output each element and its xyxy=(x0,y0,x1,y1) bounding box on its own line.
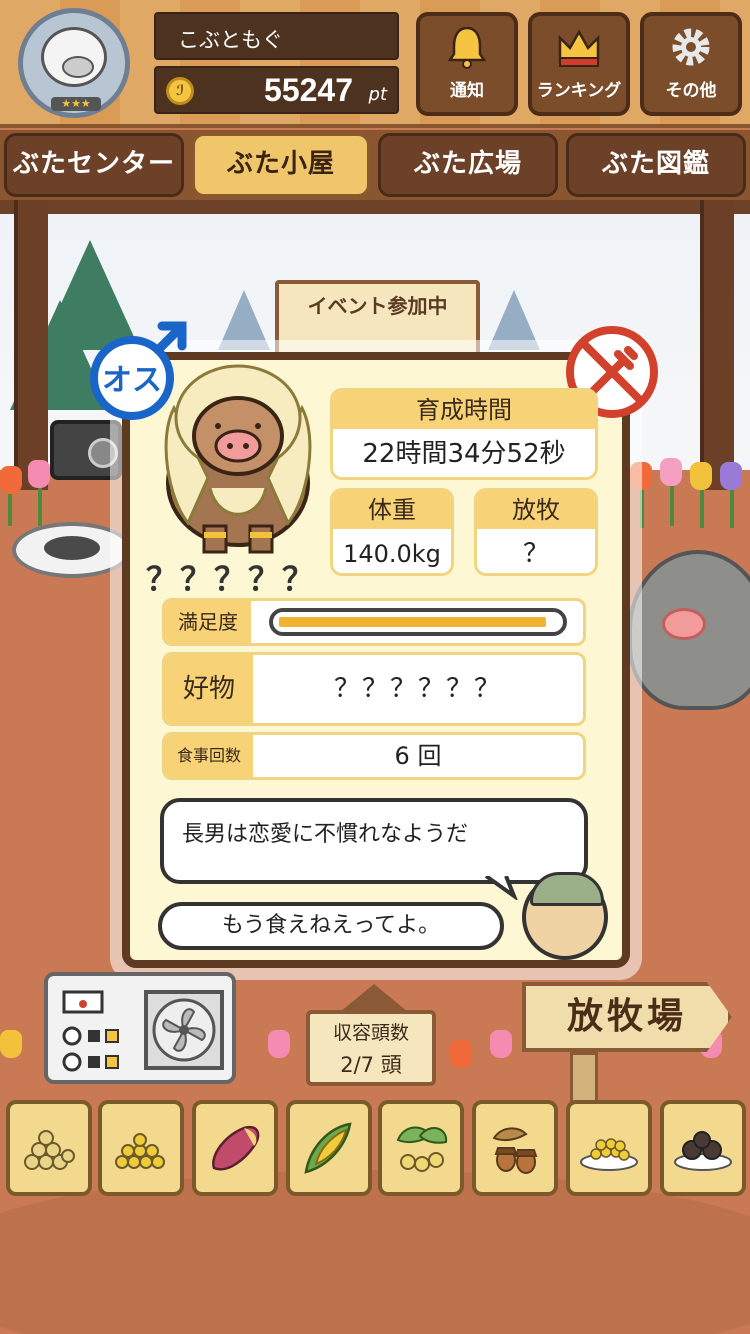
points-unit: pt xyxy=(368,84,387,105)
weight-label: 体重 xyxy=(333,491,451,529)
tulip xyxy=(490,1030,512,1058)
fan-icon xyxy=(144,990,224,1070)
growth-time-box: 育成時間 22時間34分52秒 xyxy=(330,388,598,480)
tab-pig-center[interactable]: ぶたセンター xyxy=(4,133,184,197)
thermometer-gauge-icon xyxy=(62,990,119,1072)
food-slot-sweet-potato[interactable] xyxy=(192,1100,278,1196)
boar-illustration[interactable] xyxy=(148,348,328,558)
bean-plate-icon xyxy=(580,1138,638,1171)
rank-stars: ★★★ xyxy=(51,97,101,111)
barn-post-left xyxy=(14,190,48,490)
growth-time-value: 22時間34分52秒 xyxy=(362,439,566,469)
grazing-box: 放牧 ？ xyxy=(474,488,598,576)
satisfaction-row: 満足度 xyxy=(162,598,586,646)
points-display: ℐ 55247 pt xyxy=(154,66,399,114)
pig-name: ？？？？？ xyxy=(146,560,317,598)
player-avatar[interactable]: ★★★ xyxy=(18,8,130,118)
event-sign-text: イベント参加中 xyxy=(307,294,448,318)
tulip xyxy=(720,462,742,490)
gear-icon xyxy=(672,28,710,66)
weight-value: 140.0kg xyxy=(343,540,441,568)
bubble-tail xyxy=(484,876,518,900)
satisfaction-label: 満足度 xyxy=(165,601,251,643)
user-info: こぶともぐ ℐ 55247 pt xyxy=(154,12,399,116)
barn-control-panel[interactable] xyxy=(44,972,236,1084)
tulip xyxy=(660,458,682,486)
tab-pig-plaza[interactable]: ぶた広場 xyxy=(378,133,558,197)
food-slot-bean-plate[interactable] xyxy=(566,1100,652,1196)
notification-label: 通知 xyxy=(450,81,484,101)
top-header: ★★★ こぶともぐ ℐ 55247 pt 通知 ランキング その他 xyxy=(0,0,750,128)
meal-count-label: 食事回数 xyxy=(165,735,253,777)
ranking-label: ランキング xyxy=(536,81,622,101)
points-value: 55247 xyxy=(264,72,353,108)
meal-count-value: 6 回 xyxy=(394,742,442,770)
food-slot-corn-cob[interactable] xyxy=(286,1100,372,1196)
pig-message-text: 長男は恋愛に不慣れなようだ xyxy=(182,822,469,847)
acorns-icon xyxy=(492,1127,538,1174)
food-tray xyxy=(0,1100,750,1200)
satisfaction-fill xyxy=(279,617,546,627)
username: こぶともぐ xyxy=(154,12,399,60)
favorite-food-label: 好物 xyxy=(165,655,253,723)
pig-face-icon xyxy=(41,27,107,87)
favorite-food-value: ？？？？？？ xyxy=(333,674,502,704)
tab-pig-barn[interactable]: ぶた小屋 xyxy=(192,133,370,197)
weight-box: 体重 140.0kg xyxy=(330,488,454,576)
capacity-label: 収容頭数 xyxy=(332,1022,409,1044)
food-slot-dumplings[interactable] xyxy=(660,1100,746,1196)
tulip xyxy=(0,466,22,494)
food-slot-corn-kernels[interactable] xyxy=(98,1100,184,1196)
pig-message-bubble: 長男は恋愛に不慣れなようだ xyxy=(160,798,588,884)
farmer-speech-bubble: もう食えねえってよ。 xyxy=(158,902,504,950)
grazing-label: 放牧 xyxy=(477,491,595,529)
other-label: その他 xyxy=(665,81,717,101)
growth-time-label: 育成時間 xyxy=(333,391,595,429)
coin-icon: ℐ xyxy=(166,77,194,105)
capacity-sign: 収容頭数 2/7 頭 xyxy=(306,984,436,1086)
corn-kernels-icon xyxy=(115,1133,165,1169)
tulip xyxy=(450,1040,472,1068)
favorite-food-row: 好物 ？？？？？？ xyxy=(162,652,586,726)
farmer-avatar[interactable] xyxy=(522,872,608,960)
dark-dumplings-icon xyxy=(674,1131,732,1171)
barn-post-right xyxy=(700,190,734,490)
food-slot-acorns[interactable] xyxy=(472,1100,558,1196)
soybeans-icon xyxy=(24,1130,75,1170)
farmer-speech-text: もう食えねえってよ。 xyxy=(221,913,441,938)
corn-cob-icon xyxy=(304,1122,352,1174)
tulip xyxy=(0,1030,22,1058)
grazing-value: ？ xyxy=(522,539,549,569)
tab-pig-encyclopedia[interactable]: ぶた図鑑 xyxy=(566,133,746,197)
other-button[interactable]: その他 xyxy=(640,12,742,116)
grey-pig[interactable] xyxy=(628,550,750,710)
bell-icon xyxy=(447,26,487,69)
food-slot-ginkgo[interactable] xyxy=(378,1100,464,1196)
satisfaction-gauge xyxy=(269,608,567,636)
tulip xyxy=(268,1030,290,1058)
notification-button[interactable]: 通知 xyxy=(416,12,518,116)
ginkgo-nuts-icon xyxy=(396,1126,448,1172)
tulip xyxy=(28,460,50,488)
capacity-value: 2/7 頭 xyxy=(340,1053,402,1077)
main-tabs: ぶたセンター ぶた小屋 ぶた広場 ぶた図鑑 xyxy=(0,130,750,200)
food-slot-soybeans[interactable] xyxy=(6,1100,92,1196)
meal-count-row: 食事回数 6 回 xyxy=(162,732,586,780)
sweet-potato-icon xyxy=(212,1125,260,1171)
ranking-button[interactable]: ランキング xyxy=(528,12,630,116)
tulip xyxy=(690,462,712,490)
pasture-button[interactable]: 放牧場 xyxy=(522,982,732,1052)
crown-icon xyxy=(558,29,600,67)
